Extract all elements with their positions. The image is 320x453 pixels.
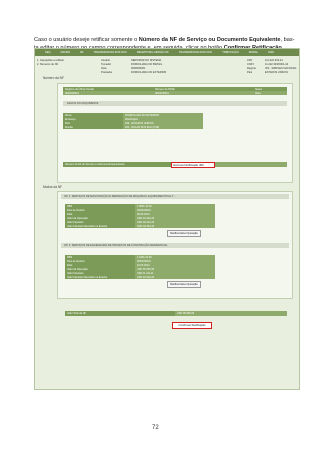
header-col: TRIBUTAÇÃO	[222, 51, 239, 54]
header-bar: SEQ MATRIZ NF TRANSMISSORA DOS DOC RECEP…	[35, 49, 299, 56]
op2-title: OP. 2: SERVIÇOS DE ENGENHARIA DE PROJETO…	[64, 244, 168, 247]
field-label: Regime	[247, 66, 256, 70]
summary-rows: 1. Operações a retificar Usuário SERVIDO…	[37, 58, 299, 74]
field-label: País	[247, 70, 253, 74]
nf-number-value: Escreva Notificação 456	[173, 162, 204, 167]
header-col: TRANSMISSORA DOS DOC	[93, 51, 127, 54]
total-label: Valor Total da NF	[65, 311, 175, 316]
retify-op1-button[interactable]: Retificar Esta Operação	[167, 230, 201, 237]
nav-link[interactable]: 2. Números de NF	[37, 63, 101, 66]
op2-label: Valor Faturado Recebido no Exterior	[65, 275, 135, 279]
header-col: MATRIZ	[60, 51, 70, 54]
header-col: NF	[79, 51, 84, 54]
op1-value: USD 33.333,33	[135, 224, 215, 228]
summary-row: Prestador DOMICILIADA NO EXTERIOR País E…	[37, 70, 299, 74]
op2-value: USD 22.222,22	[135, 275, 215, 279]
field-label: Tomador	[101, 62, 112, 66]
field-value: 11.222.333/0001-44	[265, 62, 289, 66]
nf-cell: 0000000001	[63, 91, 153, 95]
adquirente-value: 220 - DOLAR DOS EUA (US$)	[123, 125, 203, 129]
instruction-bold-field-name: Número da NF de Serviço ou Documento Equ…	[138, 36, 281, 43]
adquirente-title: DADOS DO ADQUIRENTE	[67, 102, 99, 105]
header-col: MODAL	[248, 51, 259, 54]
total-row: Valor Total da NF USD 99.999,99	[65, 311, 287, 316]
nf-cell: Ativa	[253, 91, 287, 95]
field-value: 0000000001	[131, 66, 146, 70]
op1-header: OP. 1: SERVIÇOS DE MANUTENÇÃO E REPARAÇÃ…	[61, 194, 289, 199]
page-number: 72	[152, 425, 159, 431]
total-value: USD 99.999,99	[175, 311, 287, 316]
nf-number-label: Número da NF de Serviço ou Documento Equ…	[63, 162, 173, 167]
nf-box	[57, 83, 293, 183]
retify-op1-label: Retificar Esta Operação	[170, 232, 198, 235]
adquirente-header: DADOS DO ADQUIRENTE	[63, 101, 287, 106]
summary-row: 2. Números de NF Tomador DOMICILIADA NO …	[37, 62, 299, 66]
op2-header: OP. 2: SERVIÇOS DE ENGENHARIA DE PROJETO…	[61, 243, 289, 248]
field-label: Usuário	[101, 58, 110, 62]
section-title-numero-nf: Número da NF	[43, 76, 64, 80]
retify-op2-button[interactable]: Retificar Esta Operação	[167, 281, 201, 288]
summary-row: 1. Operações a retificar Usuário SERVIDO…	[37, 58, 299, 62]
header-col: TRANSMISSORA DOS DOC	[178, 51, 213, 54]
field-value: ISS - SIMPLES NACIONAL	[265, 66, 297, 70]
field-label: CNPJ	[247, 62, 254, 66]
retify-op2-label: Retificar Esta Operação	[170, 283, 198, 286]
nf-number-input[interactable]: Escreva Notificação 456	[171, 161, 215, 168]
header-col: SAÍD	[268, 51, 275, 54]
system-screenshot: SEQ MATRIZ NF TRANSMISSORA DOS DOC RECEP…	[34, 48, 300, 390]
nf-cell: 0000000001	[153, 91, 253, 95]
adquirente-label: Moeda	[63, 125, 123, 129]
nf-table-row: 0000000001 0000000001 Ativa	[63, 91, 287, 95]
field-value: ESTADOS UNIDOS	[265, 70, 289, 74]
op1-title: OP. 1: SERVIÇOS DE MANUTENÇÃO E REPARAÇÃ…	[64, 195, 176, 198]
field-label: Nota	[101, 66, 107, 70]
field-value: SERVIDOR DO SISTEMA	[131, 58, 162, 62]
field-value: DOMICILIADA NO EXTERIOR	[131, 70, 167, 74]
field-value: DOMICILIADA NO BRASIL	[131, 62, 163, 66]
op2-row: Valor Faturado Recebido no Exterior USD …	[65, 275, 215, 279]
op1-label: Valor Faturado Recebido no Exterior	[65, 224, 135, 228]
confirm-rectification-button[interactable]: Confirmar Retificação	[172, 322, 212, 329]
op1-row: Valor Faturado Recebido no Exterior USD …	[65, 224, 215, 228]
header-col: SEQ	[45, 51, 51, 54]
header-col: RECEPTORA-CESSÃO NF	[136, 51, 169, 54]
field-label: Prestador	[101, 70, 113, 74]
adquirente-row: Moeda 220 - DOLAR DOS EUA (US$)	[63, 125, 203, 129]
confirm-rectification-label: Confirmar Retificação	[178, 323, 206, 328]
field-value: 111.222.333-44	[265, 58, 283, 62]
instruction-text-1: Caso o usuário deseje retificar somente …	[34, 36, 139, 43]
section-title-modos: Modos da NF	[43, 185, 63, 189]
nav-link[interactable]: 1. Operações a retificar	[37, 59, 101, 62]
field-label: CPF	[247, 58, 253, 62]
